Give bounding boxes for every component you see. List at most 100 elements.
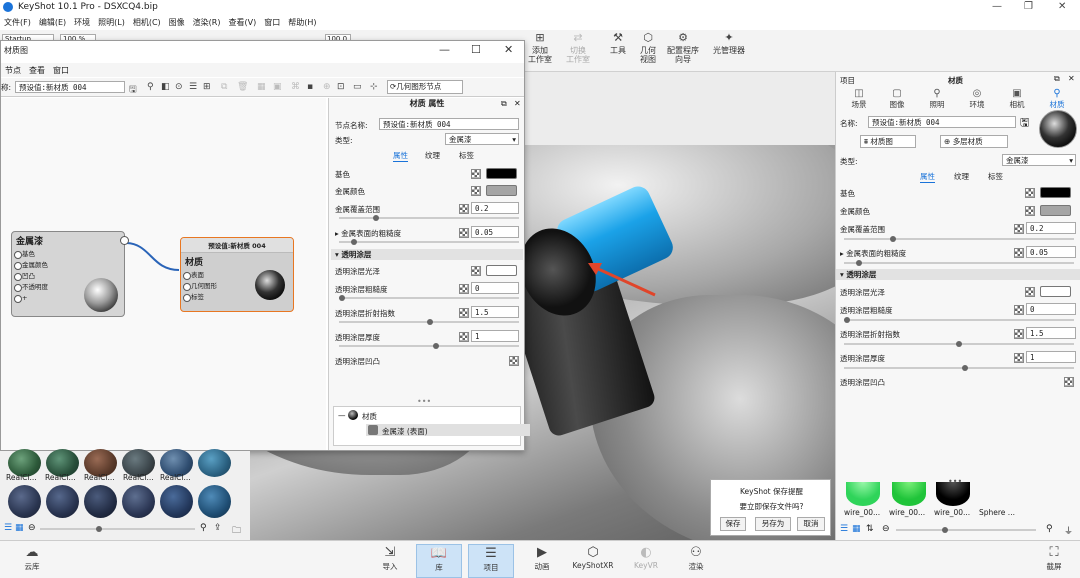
save-button[interactable]: 保存 (720, 517, 746, 531)
minimize-icon[interactable]: — (992, 1, 1002, 12)
library-thumbnail[interactable] (160, 485, 193, 518)
library-thumbnail[interactable] (46, 485, 79, 518)
material-name-field[interactable]: 预设值:新材质 004 (15, 81, 125, 93)
base-color-swatch[interactable] (1040, 187, 1071, 198)
clearcoat-ior-slider[interactable] (339, 319, 519, 325)
menu-view[interactable]: 查看(V) (224, 15, 260, 28)
tab-material[interactable]: ⚲ 材质 (1038, 88, 1076, 110)
configurator-wizard-button[interactable]: ⚙ 配置程序 向导 (664, 32, 702, 65)
light-manager-button[interactable]: ✦ 光管理器 (710, 32, 748, 56)
list-view-icon[interactable]: ☰ (840, 524, 848, 534)
texture-toggle-icon[interactable] (1025, 188, 1035, 198)
lock-icon[interactable]: ⊞ (203, 82, 211, 92)
texture-toggle-icon[interactable] (459, 228, 469, 238)
output-port[interactable] (120, 236, 129, 245)
metal-roughness-input[interactable]: 0.05 (471, 226, 519, 238)
metal-color-swatch[interactable] (1040, 205, 1071, 216)
expand-icon[interactable]: ▭ (353, 82, 362, 92)
slider-knob[interactable] (942, 527, 948, 533)
clearcoat-thickness-input[interactable]: 1 (471, 330, 519, 342)
library-thumbnail[interactable] (8, 485, 41, 518)
thumbnail-size-slider[interactable] (896, 527, 1036, 533)
menu-file[interactable]: 文件(F) (0, 15, 35, 28)
splitter-handle[interactable]: ••• (417, 397, 431, 406)
library-thumbnail[interactable] (846, 482, 880, 506)
menu-window[interactable]: 窗口 (49, 63, 73, 78)
geometry-view-button[interactable]: ⬡ 几何 视图 (636, 32, 660, 65)
delete-icon[interactable]: 🗑 (237, 82, 248, 92)
texture-toggle-icon[interactable] (459, 308, 469, 318)
tab-texture[interactable]: 纹理 (425, 150, 440, 161)
slider-knob[interactable] (351, 239, 357, 245)
tab-labels[interactable]: 标签 (459, 150, 474, 161)
texture-toggle-icon[interactable] (1014, 305, 1024, 315)
texture-toggle-icon[interactable] (459, 332, 469, 342)
menu-lighting[interactable]: 照明(L) (94, 15, 129, 28)
clearcoat-ior-input[interactable]: 1.5 (1026, 327, 1076, 339)
search-icon[interactable]: ⚲ (1046, 524, 1053, 534)
type-select[interactable]: 金属漆 ▾ (1002, 154, 1076, 166)
float-icon[interactable]: ⧉ (1054, 74, 1060, 84)
clearcoat-gloss-swatch[interactable] (1040, 286, 1071, 297)
geometry-node-button[interactable]: ⟳几何图形节点 (387, 80, 463, 94)
material-window-close-icon[interactable]: ✕ (504, 43, 513, 56)
maximize-icon[interactable]: ❐ (1024, 1, 1033, 12)
tab-labels[interactable]: 标签 (988, 171, 1003, 182)
texture-toggle-icon[interactable] (1064, 377, 1074, 387)
library-thumbnail[interactable] (892, 482, 926, 506)
slider-knob[interactable] (373, 215, 379, 221)
library-thumbnail[interactable] (122, 485, 155, 518)
metal-coverage-slider[interactable] (339, 215, 519, 221)
menu-nodes[interactable]: 节点 (1, 63, 25, 78)
texture-toggle-icon[interactable] (459, 284, 469, 294)
slider-knob[interactable] (962, 365, 968, 371)
library-thumbnail[interactable] (936, 482, 970, 506)
tab-image[interactable]: ▢ 图像 (878, 88, 916, 110)
keyvr-button[interactable]: ◐ KeyVR (628, 544, 664, 570)
slider-knob[interactable] (96, 526, 102, 532)
menu-window[interactable]: 窗口 (260, 15, 284, 28)
material-window-minimize-icon[interactable]: — (439, 43, 450, 56)
tree-collapse-icon[interactable]: — (338, 411, 346, 420)
save-material-icon[interactable]: 🖫 (1020, 114, 1029, 133)
keyshotxr-button[interactable]: ⬡ KeyShotXR (570, 544, 616, 570)
slider-knob[interactable] (844, 317, 850, 323)
multi-material-button[interactable]: ⊕ 多层材质 (940, 135, 1008, 148)
link-icon[interactable]: ⌘ (291, 82, 300, 92)
menu-camera[interactable]: 相机(C) (129, 15, 165, 28)
tools-button[interactable]: ⚒ 工具 (606, 32, 630, 56)
tab-project-header[interactable]: 项目 (840, 75, 855, 86)
zoom-out-icon[interactable]: ⊖ (882, 524, 890, 534)
library-thumbnail[interactable] (198, 449, 231, 477)
add-studio-button[interactable]: ⊞ 添加 工作室 (528, 32, 552, 65)
project-button[interactable]: ☰ 项目 (468, 544, 514, 578)
texture-toggle-icon[interactable] (471, 266, 481, 276)
filter-icon[interactable]: ⏚ (1064, 524, 1073, 537)
metal-color-swatch[interactable] (486, 185, 517, 196)
close-icon[interactable]: ✕ (1058, 1, 1066, 12)
metal-roughness-slider[interactable] (339, 239, 519, 245)
metal-coverage-input[interactable]: 0.2 (1026, 222, 1076, 234)
slider-knob[interactable] (956, 341, 962, 347)
menu-help[interactable]: 帮助(H) (284, 15, 320, 28)
menu-environment[interactable]: 环境 (70, 15, 94, 28)
clearcoat-roughness-input[interactable]: 0 (1026, 303, 1076, 315)
texture-toggle-icon[interactable] (1014, 329, 1024, 339)
clearcoat-ior-input[interactable]: 1.5 (471, 306, 519, 318)
cloud-library-button[interactable]: ☁ 云库 (14, 544, 50, 572)
clearcoat-roughness-slider[interactable] (844, 317, 1074, 323)
align-icon[interactable]: ☰ (189, 82, 197, 92)
import-button[interactable]: ⇲ 导入 (372, 544, 408, 572)
switch-studio-button[interactable]: ⇄ 切换 工作室 (566, 32, 590, 65)
menu-edit[interactable]: 编辑(E) (35, 15, 70, 28)
fit-icon[interactable]: ⊙ (175, 82, 183, 92)
node-name-field[interactable]: 预设值:新材质 004 (379, 118, 519, 130)
cancel-button[interactable]: 取消 (797, 517, 825, 531)
tab-scene[interactable]: ◫ 场景 (840, 88, 878, 110)
texture-toggle-icon[interactable] (471, 186, 481, 196)
material-node[interactable]: 预设值:新材质 004 材质 表面 几何图形 标签 (180, 237, 294, 312)
port-metal-color[interactable]: 金属颜色 (12, 260, 124, 271)
menu-view[interactable]: 查看 (25, 63, 49, 78)
grid-view-icon[interactable]: ▦ (852, 524, 861, 534)
material-window-maximize-icon[interactable]: ☐ (471, 43, 481, 56)
